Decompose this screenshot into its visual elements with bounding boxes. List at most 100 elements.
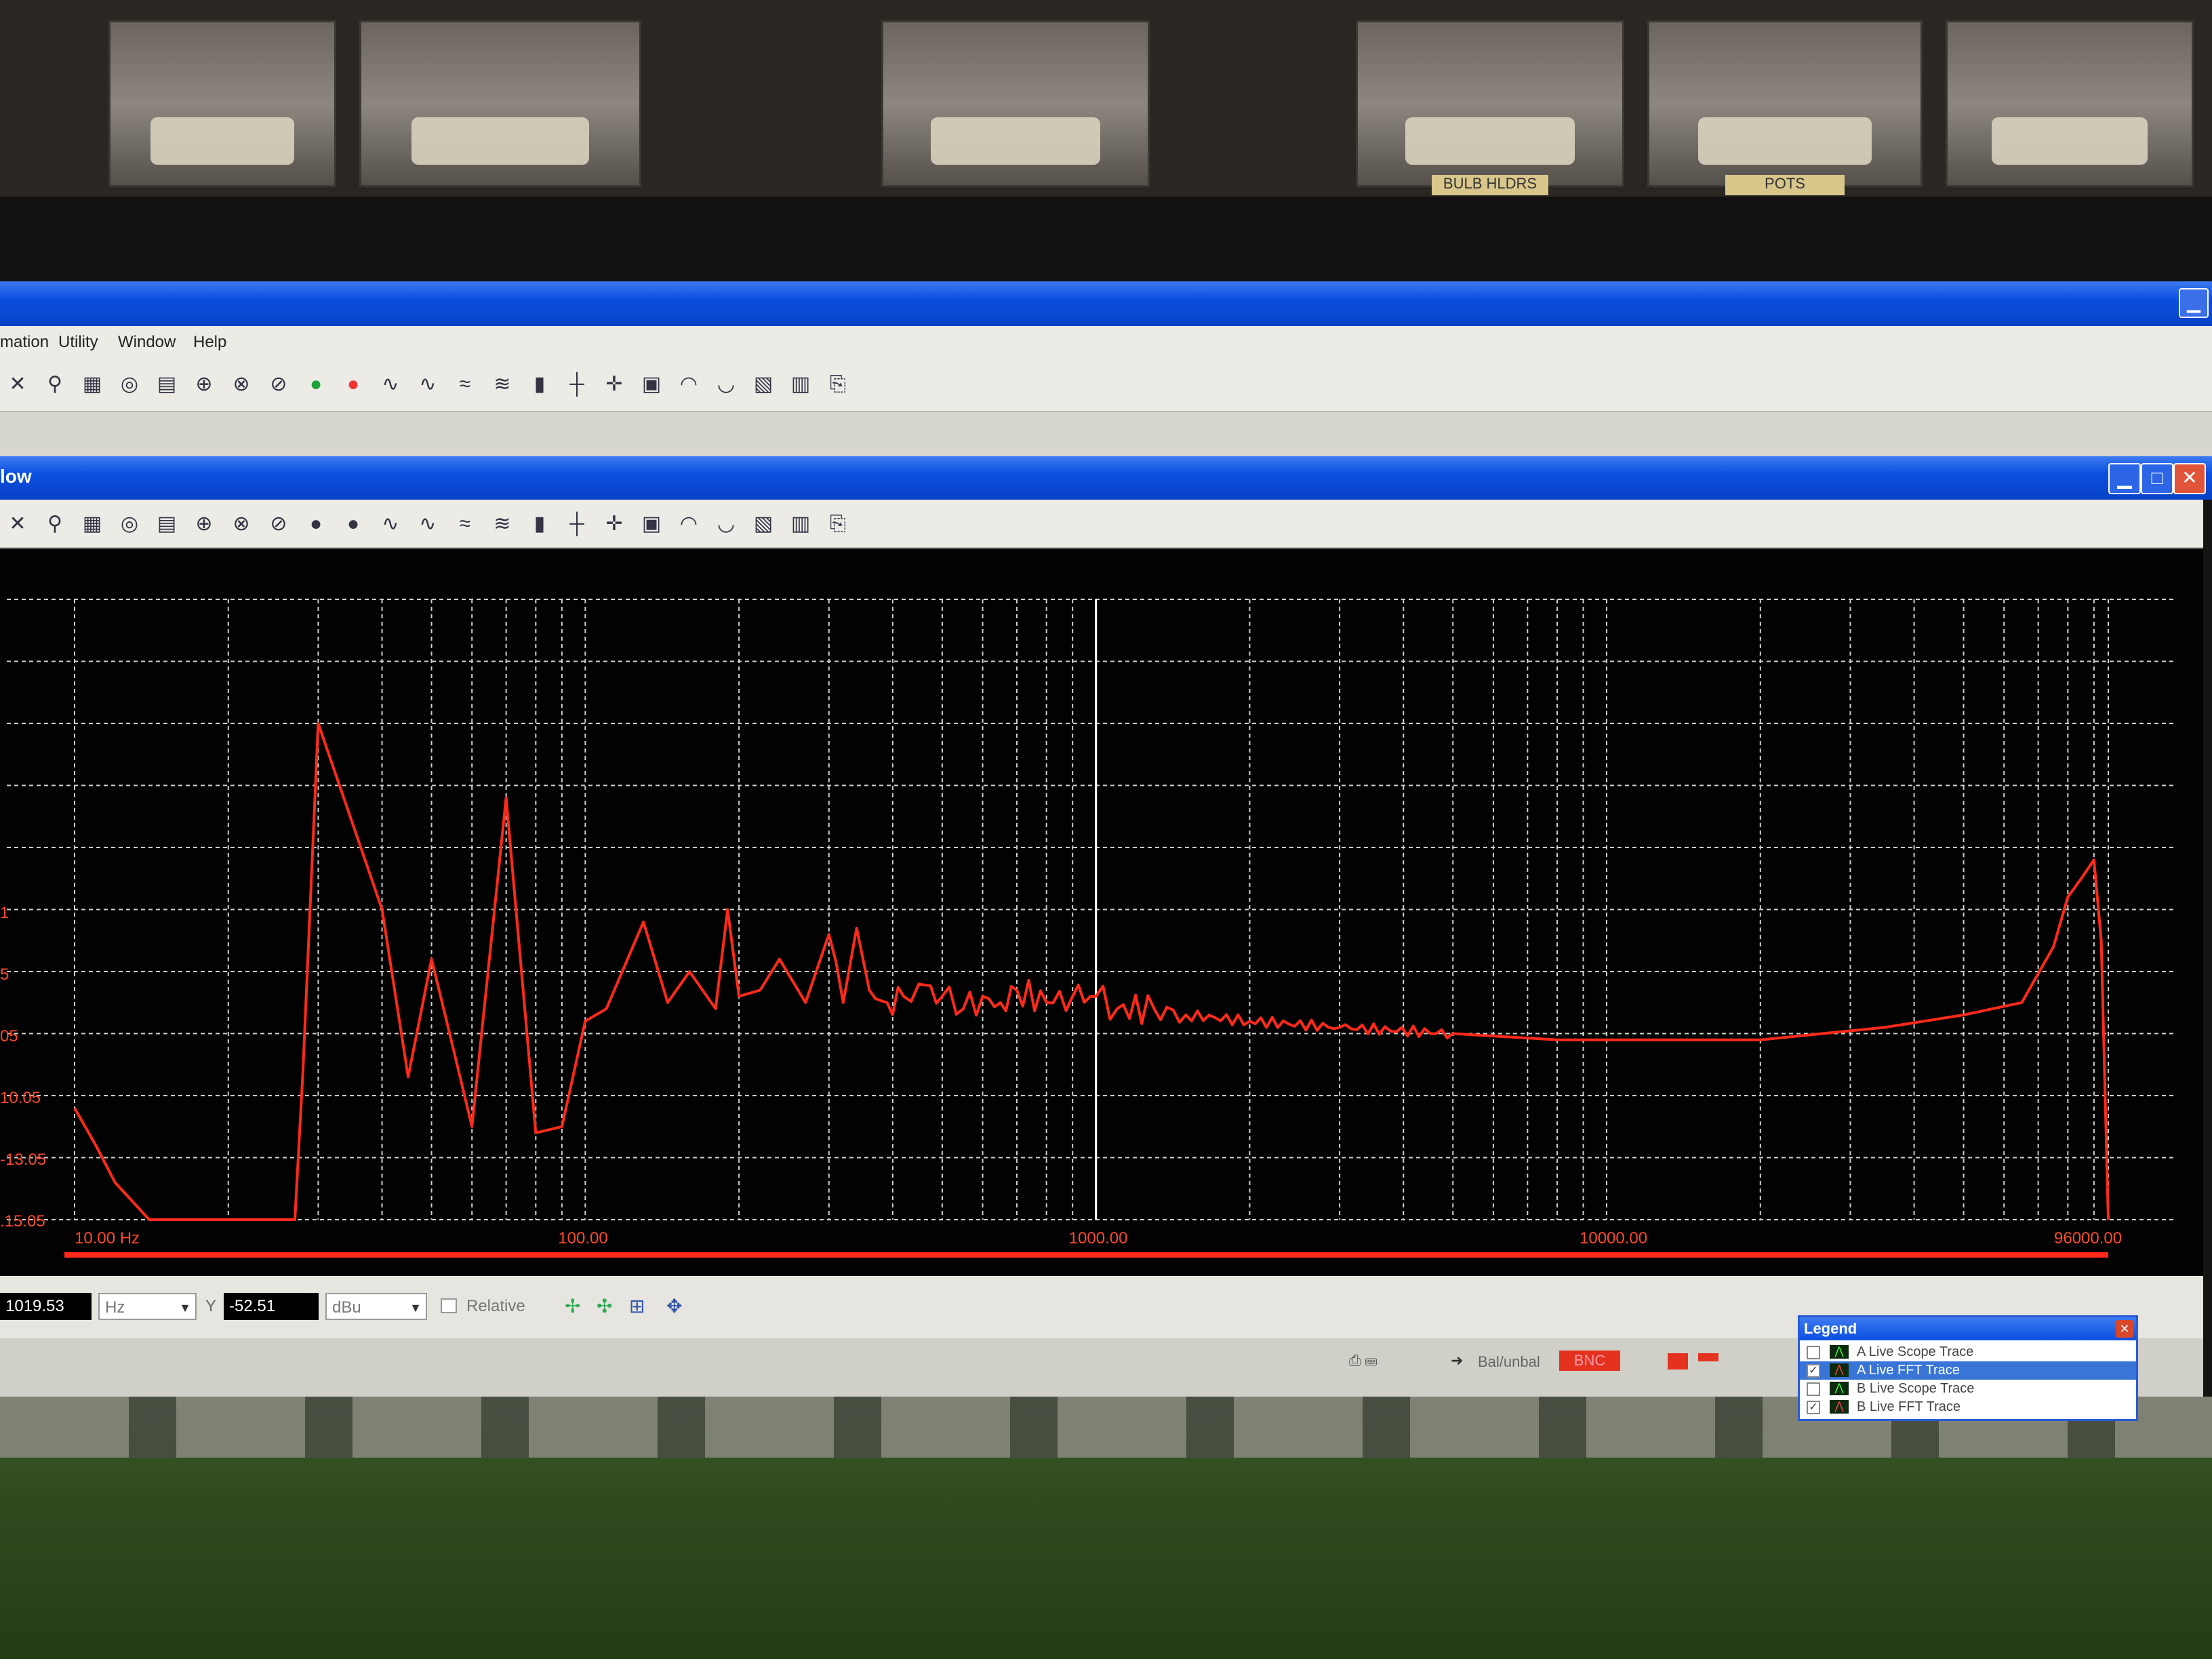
fit-icon[interactable]: ▮ [525,509,555,539]
x-value-field[interactable]: 1019.53 [0,1293,92,1320]
y-unit-select[interactable]: dBu ▼ [325,1293,427,1320]
legend-item-label: A Live Scope Trace [1857,1344,1974,1359]
storage-bin [881,20,1150,187]
window-maximize-button[interactable]: □ [2141,463,2173,494]
relative-checkbox[interactable] [441,1298,457,1313]
stop-red-icon[interactable]: ● [338,369,368,399]
split-icon[interactable]: ┼ [562,369,592,399]
scope-trace-icon: ⋀ [1830,1345,1849,1359]
fft-graph-area[interactable]: 10.00 Hz 100.00 1000.00 10000.00 96000.00 .15… [0,548,2203,1276]
y-tick-label: 5 [0,965,9,984]
wave2-icon[interactable]: ≋ [487,369,517,399]
ab2-icon[interactable]: ⊗ [226,369,256,399]
legend-item[interactable]: ⋀ A Live Scope Trace [1800,1343,2136,1361]
graph-toolbar: ✕ ⚲ ▦ ◎ ▤ ⊕ ⊗ ⊘ ● ● ∿ ∿ ≈ ≋ ▮ ┼ ✛ ▣ ◠ ◡ ▧ ▥ ⎘ [0,500,2203,548]
cursor2-icon[interactable]: ● [338,509,368,539]
zoom-out-icon[interactable]: ⊗ [226,509,256,539]
fft-icon[interactable]: ◠ [674,369,704,399]
marker-add-icon[interactable]: ✣ [591,1293,618,1320]
chevron-down-icon: ▼ [179,1301,191,1315]
ab-icon[interactable]: ⊕ [189,369,219,399]
menu-window[interactable]: Window [118,333,176,352]
io-icon: ⎙ ⌨ [1349,1352,1378,1369]
export-icon[interactable]: ⎘ [823,369,853,399]
legend-item[interactable]: ⋀ B Live Scope Trace [1800,1380,2136,1398]
wave-icon[interactable]: ≈ [450,369,480,399]
marker-icon[interactable]: ✛ [599,369,629,399]
marker-chart-icon[interactable]: ⊞ [624,1293,651,1320]
phase-icon[interactable]: ⚲ [40,369,70,399]
zoom-in-icon[interactable]: ⊕ [189,509,219,539]
storage-bin [1946,20,2194,187]
cursor3-icon[interactable]: ∿ [376,509,405,539]
settings-icon[interactable]: ◎ [115,509,144,539]
smooth-icon[interactable]: ▧ [748,509,778,539]
storage-bin [108,20,336,187]
generator-icon[interactable]: ◎ [115,369,144,399]
autoscale-icon[interactable]: ⊘ [264,509,294,539]
y-tick-label: .15.05 [0,1212,45,1231]
graph-view-icon[interactable]: ⚲ [40,509,70,539]
mdi-background [0,412,2212,456]
storage-bin: BULB HLDRS [1356,20,1624,195]
cursor1-icon[interactable]: ● [301,509,331,539]
fft-chart[interactable]: 10.00 Hz 100.00 1000.00 10000.00 96000.00 .15… [0,548,2203,1276]
bars-icon[interactable]: ▮ [525,369,555,399]
marker-move-icon[interactable]: ◡ [711,509,741,539]
marker-icon[interactable]: ✢ [559,1293,586,1320]
window-icon[interactable]: ▧ [748,369,778,399]
x-unit-select[interactable]: Hz ▼ [98,1293,197,1320]
sweep-icon[interactable]: ✕ [3,369,33,399]
y-value-field[interactable]: -52.51 [224,1293,319,1320]
bal-unbal-label: Bal/unbal [1478,1353,1540,1370]
menu-help[interactable]: Help [193,333,226,352]
level-indicator-2 [1698,1353,1718,1361]
delta-icon[interactable]: ⎘ [823,509,853,539]
window-close-button[interactable]: ✕ [2173,463,2206,494]
run-green-icon[interactable]: ● [301,369,331,399]
menu-automation[interactable]: mation [0,333,49,352]
table-view-icon[interactable]: ▦ [77,509,107,539]
up-icon[interactable]: ✛ [599,509,629,539]
legend-checkbox[interactable] [1807,1346,1820,1359]
peak-icon[interactable]: ≈ [450,509,480,539]
y-tick-label: -13.05 [0,1151,46,1169]
graph-icon[interactable]: ▤ [152,369,182,399]
legend-item[interactable]: ✓ ⋀ B Live FFT Trace [1800,1398,2136,1416]
signal-icon[interactable]: ∿ [376,369,405,399]
report-icon[interactable]: ▥ [786,369,816,399]
fft-trace-icon: ⋀ [1830,1363,1849,1377]
down-icon[interactable]: ▣ [637,509,666,539]
storage-shelf-photo: BULB HLDRS POTS [0,0,2212,197]
marker-add-icon[interactable]: ◠ [674,509,704,539]
bin-label: POTS [1725,175,1845,195]
y-unit-value: dBu [332,1298,361,1317]
scale-icon[interactable]: ┼ [562,509,592,539]
copy-icon[interactable]: ✕ [3,509,33,539]
ab3-icon[interactable]: ⊘ [264,369,294,399]
legend-item-label: A Live FFT Trace [1857,1363,1960,1378]
legend-item-label: B Live Scope Trace [1857,1381,1975,1396]
relative-label: Relative [466,1297,525,1315]
meter-icon[interactable]: ▦ [77,369,107,399]
x-scroll-track [64,1252,2108,1258]
legend-checkbox[interactable]: ✓ [1807,1364,1820,1378]
window-minimize-button[interactable]: ▁ [2108,463,2141,494]
legend-item[interactable]: ✓ ⋀ A Live FFT Trace [1800,1361,2136,1380]
signal2-icon[interactable]: ∿ [413,369,443,399]
cursor4-icon[interactable]: ∿ [413,509,443,539]
peak2-icon[interactable]: ≋ [487,509,517,539]
x-tick-label: 10000.00 [1580,1229,1647,1247]
fft2-icon[interactable]: ◡ [711,369,741,399]
legend-checkbox[interactable] [1807,1382,1820,1396]
app-minimize-button[interactable]: ▁ [2179,288,2209,318]
legend-checkbox[interactable]: ✓ [1807,1401,1820,1414]
chart-icon[interactable]: ▣ [637,369,666,399]
marker-move-icon[interactable]: ✥ [661,1293,688,1320]
chevron-down-icon: ▼ [409,1301,422,1315]
legend-close-button[interactable]: ✕ [2116,1320,2133,1338]
avg-icon[interactable]: ▥ [786,509,816,539]
menu-utility[interactable]: Utility [58,333,98,352]
storage-bin [359,20,641,187]
grid-icon[interactable]: ▤ [152,509,182,539]
